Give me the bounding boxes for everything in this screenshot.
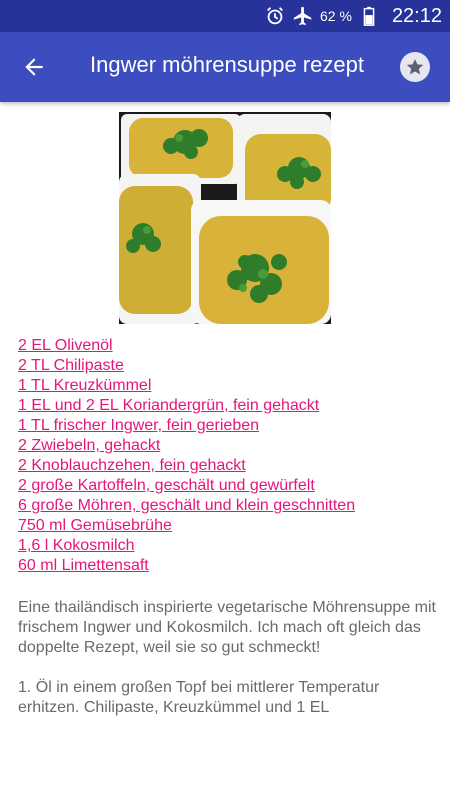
alarm-icon [264, 5, 286, 27]
instruction-step: 1. Öl in einem großen Topf bei mittlerer… [18, 679, 380, 716]
battery-percentage: 62 % [320, 8, 352, 24]
status-icons: 62 % 22:12 [264, 0, 442, 32]
ingredient-link[interactable]: 1 TL Kreuzkümmel [18, 376, 438, 396]
clock: 22:12 [391, 4, 442, 27]
battery-icon [358, 5, 380, 27]
back-button[interactable] [16, 49, 52, 85]
ingredient-link[interactable]: 2 große Kartoffeln, geschält und gewürfe… [18, 476, 438, 496]
ingredient-link[interactable]: 2 Zwiebeln, gehackt [18, 436, 438, 456]
arrow-left-icon [25, 58, 43, 76]
ingredient-link[interactable]: 2 TL Chilipaste [18, 356, 438, 376]
favorite-button[interactable] [400, 52, 430, 82]
app-toolbar: Ingwer möhrensuppe rezept [0, 32, 450, 102]
ingredient-link[interactable]: 6 große Möhren, geschält und klein gesch… [18, 496, 438, 516]
ingredient-link[interactable]: 60 ml Limettensaft [18, 556, 438, 576]
description-intro: Eine thailändisch inspirierte vegetarisc… [18, 599, 436, 656]
ingredient-link[interactable]: 1 EL und 2 EL Koriandergrün, fein gehack… [18, 396, 438, 416]
page-title: Ingwer möhrensuppe rezept [90, 52, 364, 77]
ingredient-link[interactable]: 2 EL Olivenöl [18, 336, 438, 356]
recipe-description: Eine thailändisch inspirierte vegetarisc… [18, 598, 438, 738]
ingredient-link[interactable]: 1,6 l Kokosmilch [18, 536, 438, 556]
ingredient-list: 2 EL Olivenöl 2 TL Chilipaste 1 TL Kreuz… [18, 336, 438, 576]
ingredient-link[interactable]: 750 ml Gemüsebrühe [18, 516, 438, 536]
ingredient-link[interactable]: 2 Knoblauchzehen, fein gehackt [18, 456, 438, 476]
recipe-photo [119, 112, 331, 324]
status-bar: 62 % 22:12 [0, 0, 450, 32]
ingredient-link[interactable]: 1 TL frischer Ingwer, fein gerieben [18, 416, 438, 436]
airplane-icon [292, 5, 314, 27]
star-icon [406, 59, 424, 75]
